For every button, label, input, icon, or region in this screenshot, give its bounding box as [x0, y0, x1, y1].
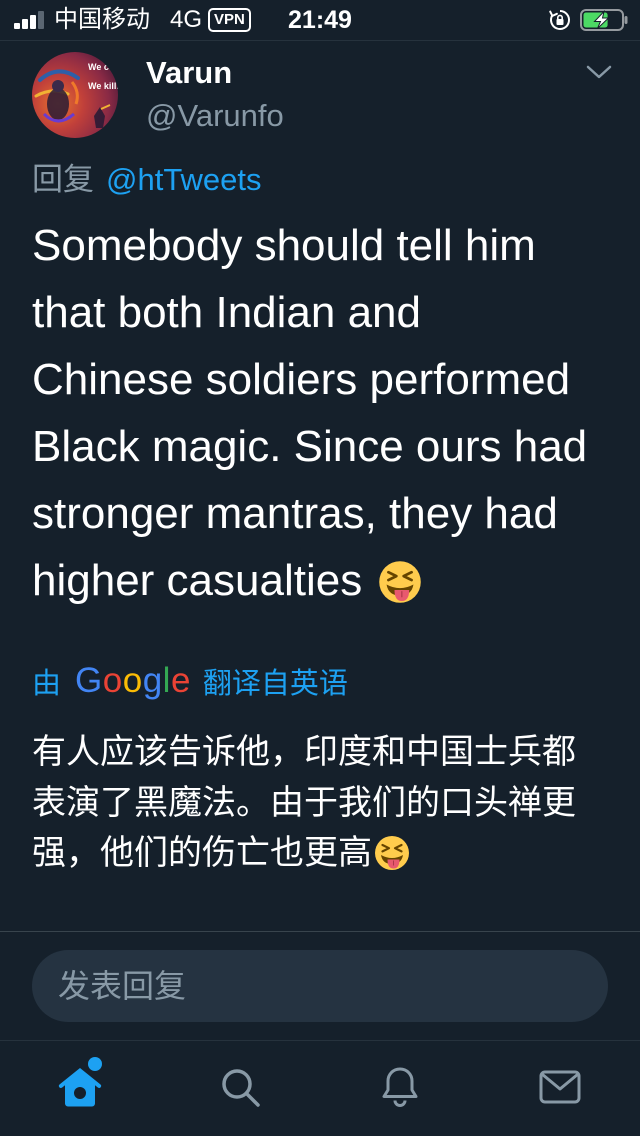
- translation-attribution: 由 Google 翻译自英语: [32, 661, 348, 701]
- composer-divider: [0, 931, 640, 932]
- mail-icon: [539, 1070, 581, 1104]
- tab-bar: [0, 1040, 640, 1136]
- notification-dot: [88, 1057, 102, 1071]
- google-logo-letter: G: [75, 661, 103, 700]
- status-bar-divider: [0, 40, 640, 41]
- tweet-text-line: that both Indian and: [32, 288, 421, 337]
- google-logo: Google: [75, 661, 191, 701]
- avatar-text: We con: [88, 62, 118, 72]
- google-logo-letter: g: [142, 661, 163, 700]
- tweet-text-line: higher casualties: [32, 556, 363, 605]
- google-logo-letter: o: [102, 661, 123, 700]
- translated-text-line: 表演了黑魔法。由于我们的口头禅更: [32, 783, 576, 822]
- reply-input[interactable]: [32, 950, 608, 1022]
- reply-composer[interactable]: [32, 950, 608, 1022]
- translated-text-line-last: 强，他们的伤亡也更高: [32, 828, 622, 879]
- translation-suffix: 翻译自英语: [202, 668, 348, 700]
- tweet-text-line: Black magic. Since ours had: [32, 422, 588, 471]
- author-handle[interactable]: @Varunfo: [146, 96, 284, 136]
- squinting-face-with-tongue-icon: [375, 836, 409, 870]
- tweet-text: Somebody should tell him that both India…: [32, 212, 622, 614]
- tweet-text-line: Chinese soldiers performed: [32, 355, 571, 404]
- status-bar: 中国移动 4G VPN 21:49: [0, 0, 640, 40]
- translated-text-line: 强，他们的伤亡也更高: [32, 834, 372, 872]
- bell-icon: [382, 1067, 418, 1107]
- avatar[interactable]: We con We kill.: [32, 52, 118, 138]
- orientation-lock-icon: [549, 10, 570, 30]
- tab-messages[interactable]: [480, 1041, 640, 1136]
- translated-text: 有人应该告诉他，印度和中国士兵都 表演了黑魔法。由于我们的口头禅更 强，他们的伤…: [32, 727, 622, 879]
- google-logo-letter: l: [162, 661, 171, 700]
- google-logo-letter: e: [170, 661, 191, 700]
- battery-charging-icon: [580, 9, 628, 31]
- avatar-image: We con We kill.: [32, 52, 118, 138]
- tab-home[interactable]: [0, 1041, 160, 1136]
- tweet-detail-screen: 中国移动 4G VPN 21:49 We con We kill. Varun …: [0, 0, 640, 1136]
- reply-to-mention-link[interactable]: @htTweets: [106, 162, 262, 197]
- tweet-text-line: Somebody should tell him: [32, 221, 536, 270]
- avatar-text: We kill.: [88, 81, 118, 91]
- tweet-text-line: stronger mantras, they had: [32, 489, 558, 538]
- tab-notifications[interactable]: [320, 1041, 480, 1136]
- translated-text-line: 有人应该告诉他，印度和中国士兵都: [32, 733, 576, 771]
- reply-prefix: 回复: [32, 162, 94, 197]
- reply-context: 回复 @htTweets: [32, 160, 262, 200]
- google-logo-letter: o: [122, 661, 143, 700]
- author-name[interactable]: Varun: [146, 54, 232, 92]
- tab-search[interactable]: [160, 1041, 320, 1136]
- status-clock: 21:49: [288, 6, 352, 34]
- chevron-down-icon[interactable]: [586, 64, 612, 80]
- tweet-text-line-last: higher casualties: [32, 547, 622, 614]
- squinting-face-with-tongue-icon: [379, 561, 421, 603]
- search-icon: [222, 1069, 260, 1107]
- translation-prefix: 由: [32, 668, 62, 700]
